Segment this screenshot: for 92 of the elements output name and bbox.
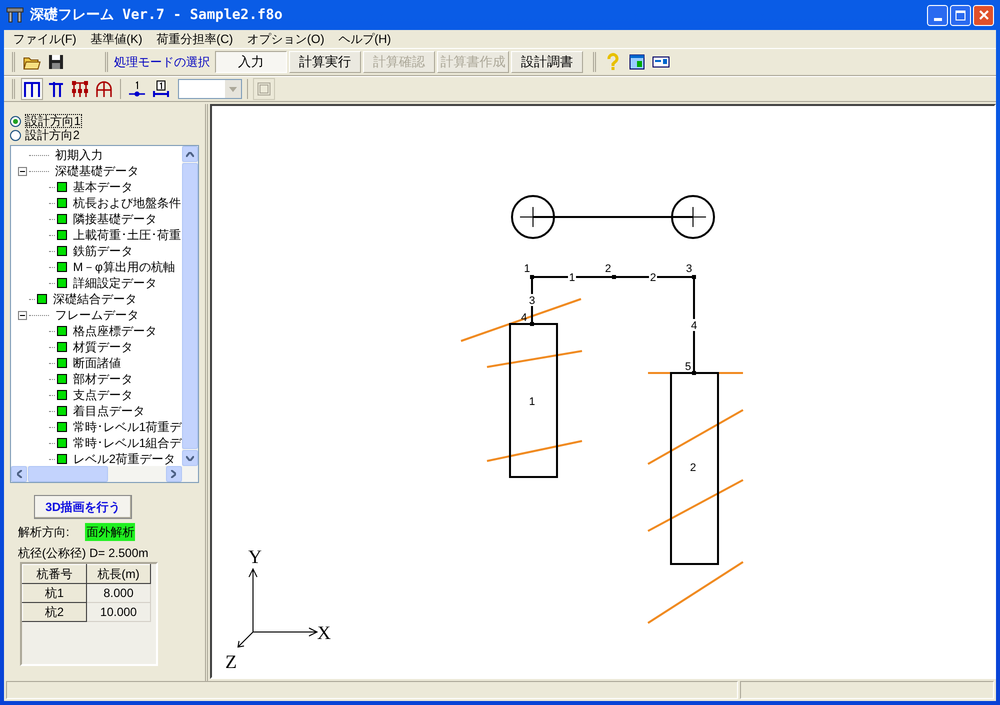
vertical-scrollbar[interactable] [182, 146, 198, 466]
axis-label: X [316, 623, 331, 644]
member-number: 4 [690, 320, 697, 332]
tree-item[interactable]: 鉄筋データ [73, 242, 133, 260]
menu-item[interactable]: 荷重分担率(C) [151, 30, 238, 48]
tree-item[interactable]: 格点座標データ [73, 322, 157, 340]
frame-outline-icon [256, 81, 272, 97]
minimize-icon [934, 18, 942, 20]
node-number: 3 [686, 263, 692, 275]
menu-item[interactable]: オプション(O) [242, 30, 330, 48]
tree-item[interactable]: 基本データ [73, 178, 133, 196]
portal-frame-icon [23, 80, 41, 98]
frame-nodes-icon [71, 80, 89, 98]
pile-number: 1 [528, 396, 535, 408]
radio-label[interactable]: 設計方向2 [25, 126, 80, 144]
member-number: 3 [528, 295, 535, 307]
tree-item[interactable]: M－φ算出用の杭軸 [73, 258, 175, 276]
mode-label: 処理モードの選択 [114, 54, 210, 71]
minimize-button[interactable] [927, 4, 948, 26]
table-cell: 10.000 [86, 602, 150, 622]
member-number: 1 [568, 272, 575, 284]
member-number-button[interactable] [150, 78, 172, 100]
member-number: 2 [650, 272, 656, 284]
radio-label[interactable]: 設計方向1 [25, 114, 82, 128]
row-header[interactable]: 杭1 [22, 584, 86, 602]
axis-label: Z [224, 652, 236, 673]
tree-item[interactable]: レベル2荷重データ [73, 450, 176, 466]
member-number-icon [152, 80, 170, 98]
menu-item[interactable]: 基準値(K) [85, 30, 148, 48]
node-number: 2 [604, 263, 611, 275]
pile-diameter-text: 杭径(公称径) D= 2.500m [18, 545, 150, 562]
close-icon [978, 10, 988, 20]
node-number-icon [128, 80, 146, 98]
table-cell: 8.000 [86, 584, 150, 602]
draw-3d-button[interactable]: 3D描画を行う [34, 495, 132, 519]
scroll-down-icon [186, 456, 194, 460]
maximize-icon [955, 10, 966, 20]
row-header[interactable]: 杭2 [22, 602, 86, 622]
tree-item[interactable]: 常時･レベル1荷重デ [73, 418, 182, 436]
node-number: 1 [524, 263, 530, 275]
node-point [530, 322, 534, 326]
radio-button[interactable] [10, 130, 21, 140]
dropdown-arrow-icon [229, 86, 237, 92]
question-mark-icon [607, 53, 619, 71]
menu-item[interactable]: ヘルプ(H) [333, 30, 396, 48]
scroll-right-icon [171, 470, 176, 478]
analysis-direction-value: 面外解析 [85, 523, 136, 541]
horizontal-scrollbar[interactable] [11, 466, 198, 482]
axis-label: Y [248, 547, 262, 568]
analysis-direction-label: 解析方向: [18, 524, 70, 541]
tree-item[interactable]: 上載荷重･土圧･荷重 [73, 226, 181, 244]
pile-number: 2 [690, 462, 696, 474]
window-title: 深礎フレーム Ver.7 - Sample2.f8o [30, 6, 283, 24]
tree-item[interactable]: フレームデータ [55, 306, 139, 324]
radio-button[interactable] [10, 116, 21, 126]
app-icon [6, 6, 24, 24]
close-button[interactable] [973, 4, 994, 26]
tree-item[interactable]: 断面諸値 [73, 354, 121, 372]
column-header[interactable]: 杭長(m) [86, 564, 150, 584]
dropdown[interactable] [178, 79, 242, 99]
node-number: 5 [684, 361, 691, 373]
scroll-up-icon [186, 152, 194, 156]
window-icon [629, 54, 645, 70]
tree-item[interactable]: 隣接基礎データ [73, 210, 157, 228]
menu-item[interactable]: ファイル(F) [8, 30, 82, 48]
tree-item[interactable]: 杭長および地盤条件 [73, 194, 181, 212]
frame-nodes-button[interactable] [69, 78, 91, 100]
node-point [692, 275, 696, 279]
card-icon [652, 56, 670, 68]
column-header[interactable]: 杭番号 [22, 564, 86, 584]
node-point [692, 371, 696, 375]
tree-item[interactable]: 初期入力 [55, 146, 103, 164]
tree-item[interactable]: 常時･レベル1組合デ [73, 434, 182, 452]
mode-button[interactable]: 入力 [215, 51, 287, 73]
tree-item[interactable]: 支点データ [73, 386, 133, 404]
frame-button[interactable] [21, 78, 43, 100]
tree-item[interactable]: 着目点データ [73, 402, 145, 420]
node-point [530, 275, 534, 279]
tree-item[interactable]: 深礎結合データ [53, 290, 137, 308]
tree-item[interactable]: 部材データ [73, 370, 133, 388]
maximize-button[interactable] [950, 4, 971, 26]
collapse-icon[interactable] [18, 166, 26, 176]
mode-button[interactable]: 設計調書 [511, 51, 583, 73]
collapse-icon[interactable] [18, 310, 26, 320]
node-point [612, 275, 616, 279]
arch-frame-icon [95, 80, 113, 98]
tree-item[interactable]: 材質データ [73, 338, 133, 356]
tree-item[interactable]: 深礎基礎データ [55, 162, 139, 180]
scroll-left-icon [16, 470, 22, 478]
tree-item[interactable]: 詳細設定データ [73, 274, 157, 292]
column-frame-icon [47, 80, 65, 98]
mode-button[interactable]: 計算実行 [289, 51, 361, 73]
